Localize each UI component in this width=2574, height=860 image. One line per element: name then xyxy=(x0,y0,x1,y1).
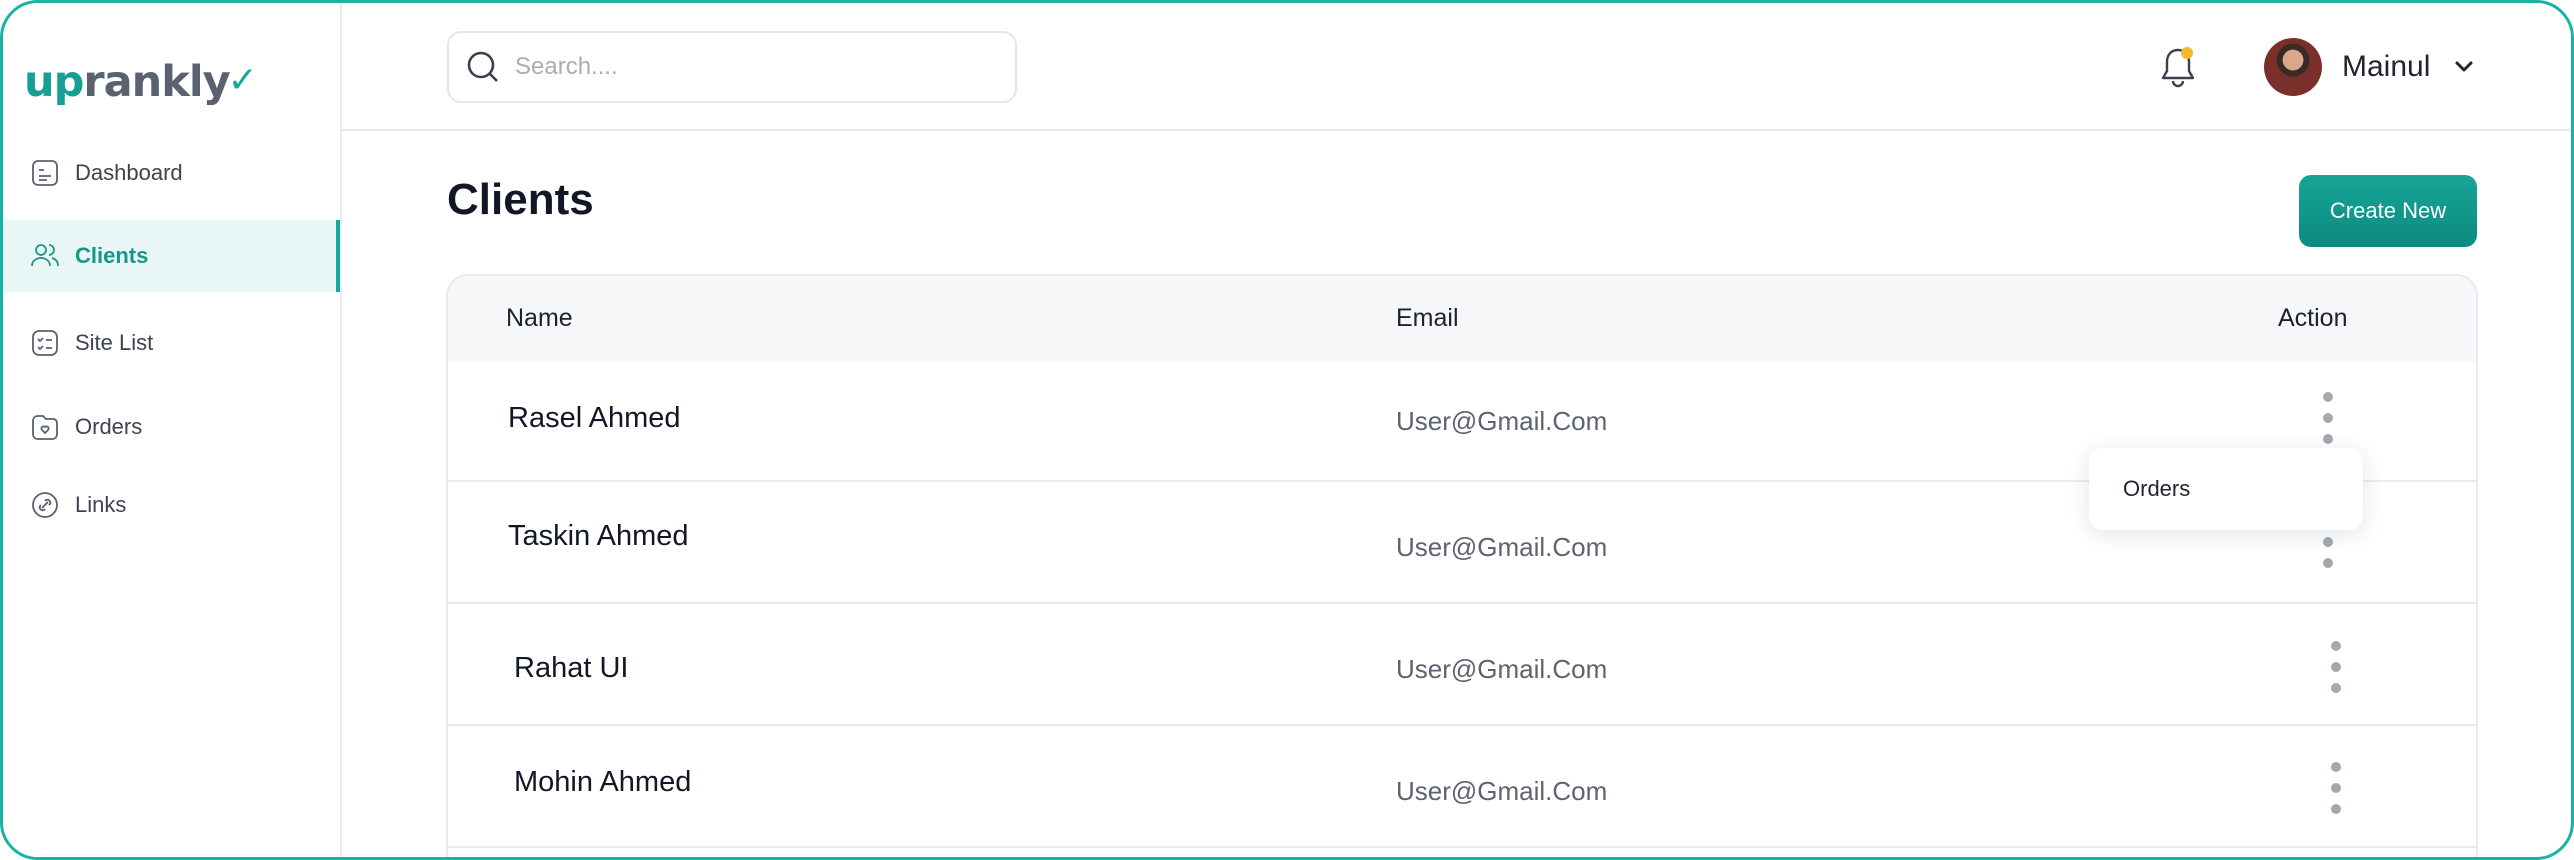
checklist-icon xyxy=(32,330,58,356)
user-name: Mainul xyxy=(2342,50,2431,83)
client-name: Rasel Ahmed xyxy=(508,402,681,434)
client-name: Taskin Ahmed xyxy=(508,520,689,552)
client-email: User@Gmail.Com xyxy=(1396,654,1608,684)
sidebar-item-label: Site List xyxy=(75,330,154,355)
uprankly-logo[interactable]: up rankly ✓ xyxy=(24,47,258,107)
logo-check-icon: ✓ xyxy=(227,60,258,101)
sidebar-item-label: Dashboard xyxy=(75,160,183,185)
logo-text-rest: rankly xyxy=(83,57,230,107)
row-action-menu-icon[interactable] xyxy=(2318,392,2338,444)
sidebar-item-label: Orders xyxy=(75,414,143,439)
users-icon xyxy=(31,244,59,267)
client-name: Mohin Ahmed xyxy=(514,766,692,798)
sidebar: up rankly ✓ Dashboard Clients Site List Or xyxy=(3,3,342,857)
notification-bell-icon[interactable] xyxy=(2156,43,2200,91)
row-action-menu-icon[interactable] xyxy=(2326,762,2346,814)
column-header-action: Action xyxy=(2278,304,2348,332)
row-action-menu-icon[interactable] xyxy=(2326,641,2346,693)
folder-heart-icon xyxy=(32,415,58,440)
client-email: User@Gmail.Com xyxy=(1396,776,1608,806)
page-title: Clients xyxy=(447,175,594,224)
sidebar-item-clients[interactable]: Clients xyxy=(3,220,340,292)
chevron-down-icon xyxy=(2455,61,2473,72)
app-window: up rankly ✓ Dashboard Clients Site List Or xyxy=(0,0,2574,860)
table-row: Rahat UI User@Gmail.Com xyxy=(448,606,2476,726)
clients-table: Name Email Action Rasel Ahmed User@Gmail… xyxy=(446,274,2478,857)
client-email: User@Gmail.Com xyxy=(1396,406,1608,436)
notification-badge xyxy=(2181,47,2193,59)
sidebar-item-label: Clients xyxy=(75,243,149,268)
sidebar-item-label: Links xyxy=(75,492,127,517)
sidebar-item-links[interactable]: Links xyxy=(3,469,340,541)
column-header-email: Email xyxy=(1396,304,1459,332)
column-header-name: Name xyxy=(506,304,573,332)
sidebar-item-orders[interactable]: Orders xyxy=(3,391,340,463)
top-header: Mainul xyxy=(342,3,2571,131)
create-new-button[interactable]: Create New xyxy=(2299,175,2477,247)
search-icon xyxy=(467,51,498,82)
dashboard-icon xyxy=(32,160,58,186)
avatar xyxy=(2264,38,2322,96)
table-row: Mohin Ahmed User@Gmail.Com xyxy=(448,728,2476,848)
sidebar-item-dashboard[interactable]: Dashboard xyxy=(3,137,340,209)
link-icon xyxy=(32,492,58,518)
action-dropdown-orders[interactable]: Orders xyxy=(2089,448,2363,530)
dropdown-item-label: Orders xyxy=(2123,476,2191,501)
client-name: Rahat UI xyxy=(514,652,629,684)
logo-text-up: up xyxy=(24,57,84,107)
search-input[interactable] xyxy=(515,53,995,81)
table-header: Name Email Action xyxy=(448,276,2476,362)
search-box[interactable] xyxy=(447,31,1017,103)
sidebar-item-site-list[interactable]: Site List xyxy=(3,307,340,379)
user-menu[interactable]: Mainul xyxy=(2264,37,2478,97)
client-email: User@Gmail.Com xyxy=(1396,532,1608,562)
